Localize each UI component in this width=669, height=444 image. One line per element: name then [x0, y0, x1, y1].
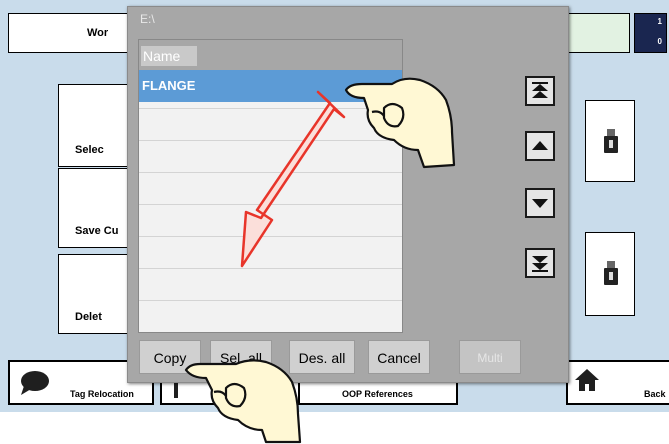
select-all-button[interactable]: Sel. all [210, 340, 272, 374]
indicator-digit-bottom: 0 [657, 37, 662, 46]
tag-relocation-label: Tag Relocation [70, 389, 134, 399]
name-column-header[interactable]: Name [141, 46, 197, 66]
tool-button-label: T [242, 388, 248, 398]
deselect-all-button[interactable]: Des. all [289, 340, 355, 374]
list-header: Name [139, 40, 402, 70]
delete-button-label: Delet [75, 311, 102, 323]
select-button-label: Selec [75, 144, 104, 156]
work-field-label: Wor [87, 27, 109, 39]
list-row-empty[interactable] [139, 172, 402, 204]
indicator-digit-top: 1 [657, 17, 662, 26]
multi-button: Multi [459, 340, 521, 374]
usb-export-button[interactable] [585, 100, 635, 182]
double-chevron-up-icon [532, 82, 548, 98]
list-item-label: FLANGE [142, 78, 196, 93]
cancel-button[interactable]: Cancel [368, 340, 430, 374]
dialog-path: E:\ [140, 12, 155, 26]
double-chevron-down-icon [532, 256, 548, 272]
list-item-selected[interactable]: FLANGE [139, 70, 402, 102]
indicator-panel: 1 0 [634, 13, 667, 53]
chevron-down-icon [532, 199, 548, 208]
usb-drive-icon [604, 261, 618, 285]
usb-import-button[interactable] [585, 232, 635, 316]
work-field[interactable]: Wor [8, 13, 138, 53]
back-label: Back [644, 389, 666, 399]
file-list[interactable]: Name FLANGE [138, 39, 403, 333]
list-row-empty[interactable] [139, 204, 402, 236]
file-dialog: E:\ Name FLANGE Copy Sel. all Des. all C… [127, 6, 569, 383]
scroll-to-bottom-button[interactable] [525, 248, 555, 278]
usb-drive-icon [604, 129, 618, 153]
scroll-down-button[interactable] [525, 188, 555, 218]
home-icon [575, 369, 599, 391]
list-row-empty[interactable] [139, 268, 402, 300]
oop-references-label: OOP References [342, 389, 413, 399]
list-row-empty[interactable] [139, 236, 402, 268]
list-row-empty[interactable] [139, 140, 402, 172]
scroll-to-top-button[interactable] [525, 76, 555, 106]
chevron-up-icon [532, 141, 548, 150]
copy-button[interactable]: Copy [139, 340, 201, 374]
list-row-empty[interactable] [139, 300, 402, 332]
speech-bubble-icon [21, 371, 49, 395]
scroll-up-button[interactable] [525, 131, 555, 161]
back-button[interactable]: Back [566, 360, 669, 405]
save-button-label: Save Cu [75, 225, 119, 237]
list-row-empty[interactable] [139, 108, 402, 140]
